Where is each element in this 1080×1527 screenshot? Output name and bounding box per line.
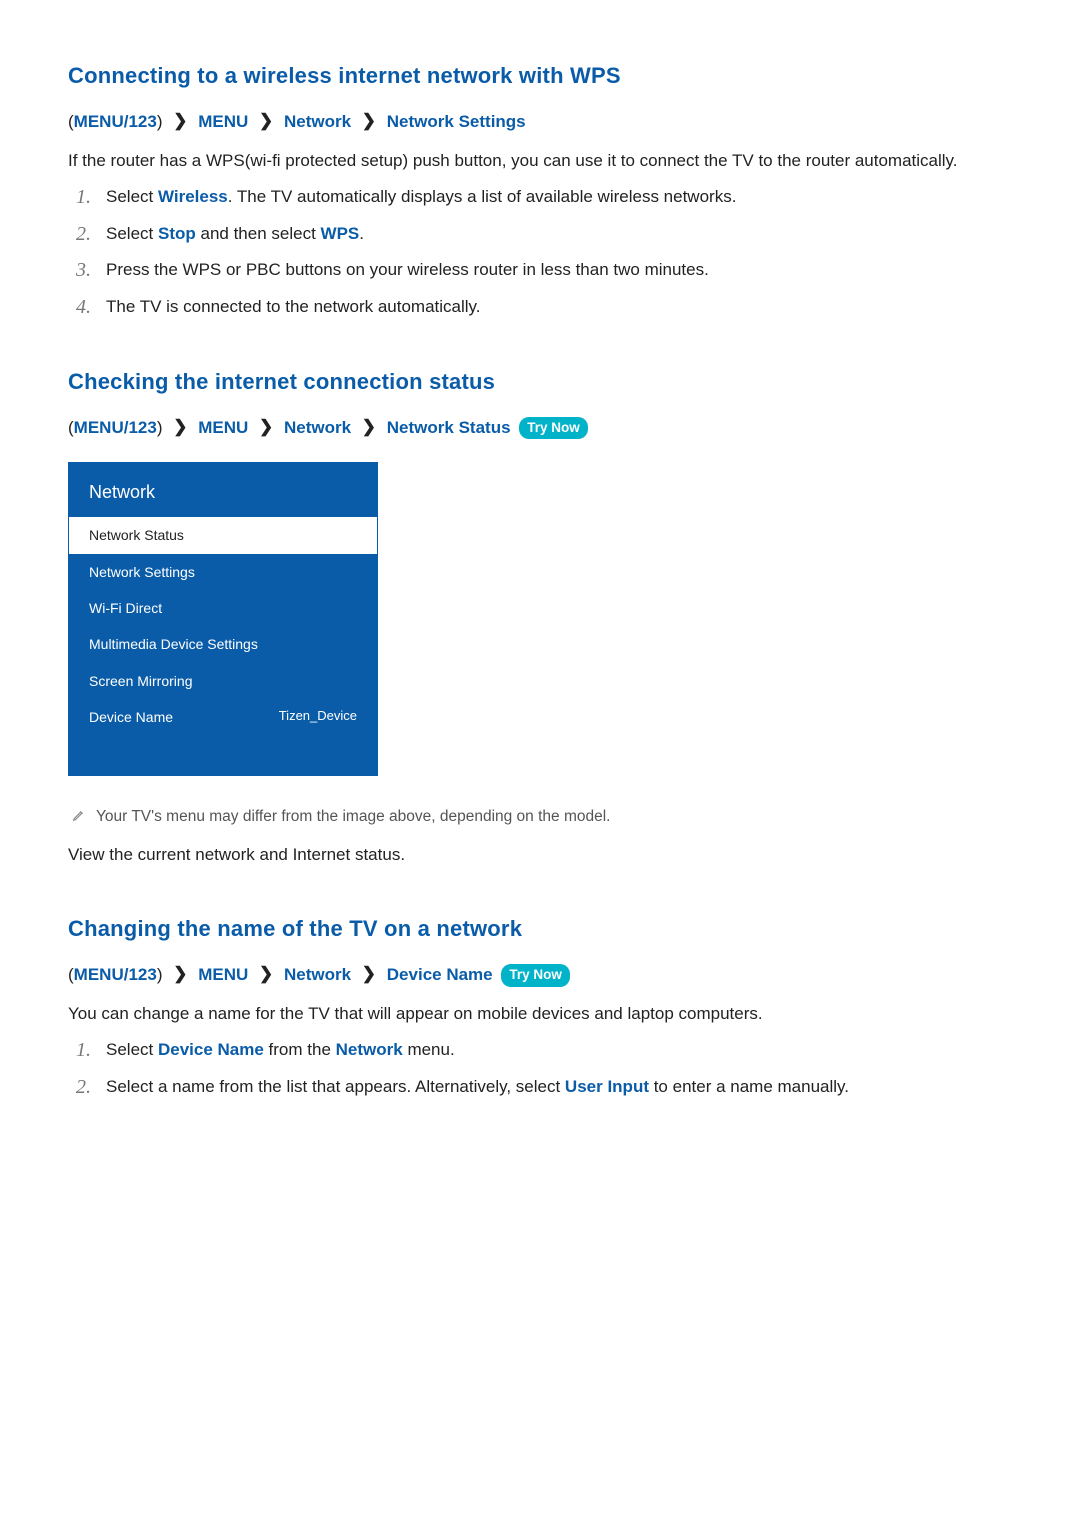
menu-item-network-settings[interactable]: Network Settings <box>69 554 377 590</box>
crumb-menu123: MENU/123 <box>74 112 157 131</box>
step-item: Select a name from the list that appears… <box>76 1075 1012 1100</box>
try-now-badge[interactable]: Try Now <box>501 964 570 987</box>
body-text: View the current network and Internet st… <box>68 843 1012 868</box>
crumb-network: Network <box>284 965 351 984</box>
menu-box: Network Network Status Network Settings … <box>68 462 378 776</box>
step-item: Select Device Name from the Network menu… <box>76 1038 1012 1063</box>
section-title-wps: Connecting to a wireless internet networ… <box>68 60 1012 92</box>
chevron-icon: ❯ <box>362 109 376 134</box>
hl-device-name: Device Name <box>158 1040 264 1059</box>
pencil-icon <box>72 807 86 821</box>
note-text: Your TV's menu may differ from the image… <box>96 808 610 825</box>
steps-list-1: Select Wireless. The TV automatically di… <box>76 185 1012 320</box>
section-title-rename: Changing the name of the TV on a network <box>68 913 1012 945</box>
chevron-icon: ❯ <box>259 962 273 987</box>
crumb-network: Network <box>284 418 351 437</box>
menu-item-device-name[interactable]: Device Name Tizen_Device <box>69 699 377 735</box>
hl-network: Network <box>336 1040 403 1059</box>
menu-item-multimedia[interactable]: Multimedia Device Settings <box>69 626 377 662</box>
breadcrumb-1: (MENU/123) ❯ MENU ❯ Network ❯ Network Se… <box>68 110 1012 135</box>
intro-text: If the router has a WPS(wi-fi protected … <box>68 149 1012 174</box>
chevron-icon: ❯ <box>259 109 273 134</box>
breadcrumb-2: (MENU/123) ❯ MENU ❯ Network ❯ Network St… <box>68 416 1012 441</box>
breadcrumb-3: (MENU/123) ❯ MENU ❯ Network ❯ Device Nam… <box>68 963 1012 988</box>
crumb-leaf: Network Settings <box>387 112 526 131</box>
chevron-icon: ❯ <box>173 962 187 987</box>
crumb-menu: MENU <box>198 965 248 984</box>
step-item: The TV is connected to the network autom… <box>76 295 1012 320</box>
crumb-network: Network <box>284 112 351 131</box>
step-item: Select Wireless. The TV automatically di… <box>76 185 1012 210</box>
note: Your TV's menu may differ from the image… <box>68 806 1012 828</box>
step-item: Press the WPS or PBC buttons on your wir… <box>76 258 1012 283</box>
try-now-badge[interactable]: Try Now <box>519 417 588 440</box>
intro-text: You can change a name for the TV that wi… <box>68 1002 1012 1027</box>
crumb-menu: MENU <box>198 112 248 131</box>
menu-item-screen-mirroring[interactable]: Screen Mirroring <box>69 663 377 699</box>
menu-item-network-status[interactable]: Network Status <box>69 517 377 553</box>
chevron-icon: ❯ <box>362 415 376 440</box>
hl-user-input: User Input <box>565 1077 649 1096</box>
steps-list-3: Select Device Name from the Network menu… <box>76 1038 1012 1099</box>
crumb-leaf: Network Status <box>387 418 511 437</box>
chevron-icon: ❯ <box>173 415 187 440</box>
crumb-menu: MENU <box>198 418 248 437</box>
hl-wireless: Wireless <box>158 187 228 206</box>
step-item: Select Stop and then select WPS. <box>76 222 1012 247</box>
menu-item-value: Tizen_Device <box>279 707 357 726</box>
chevron-icon: ❯ <box>173 109 187 134</box>
chevron-icon: ❯ <box>259 415 273 440</box>
menu-box-title: Network <box>69 463 377 517</box>
chevron-icon: ❯ <box>362 962 376 987</box>
section-title-status: Checking the internet connection status <box>68 366 1012 398</box>
hl-wps: WPS <box>321 224 360 243</box>
hl-stop: Stop <box>158 224 196 243</box>
crumb-leaf: Device Name <box>387 965 493 984</box>
crumb-menu123: MENU/123 <box>74 965 157 984</box>
menu-item-label: Device Name <box>89 709 173 725</box>
crumb-menu123: MENU/123 <box>74 418 157 437</box>
menu-item-wifi-direct[interactable]: Wi-Fi Direct <box>69 590 377 626</box>
